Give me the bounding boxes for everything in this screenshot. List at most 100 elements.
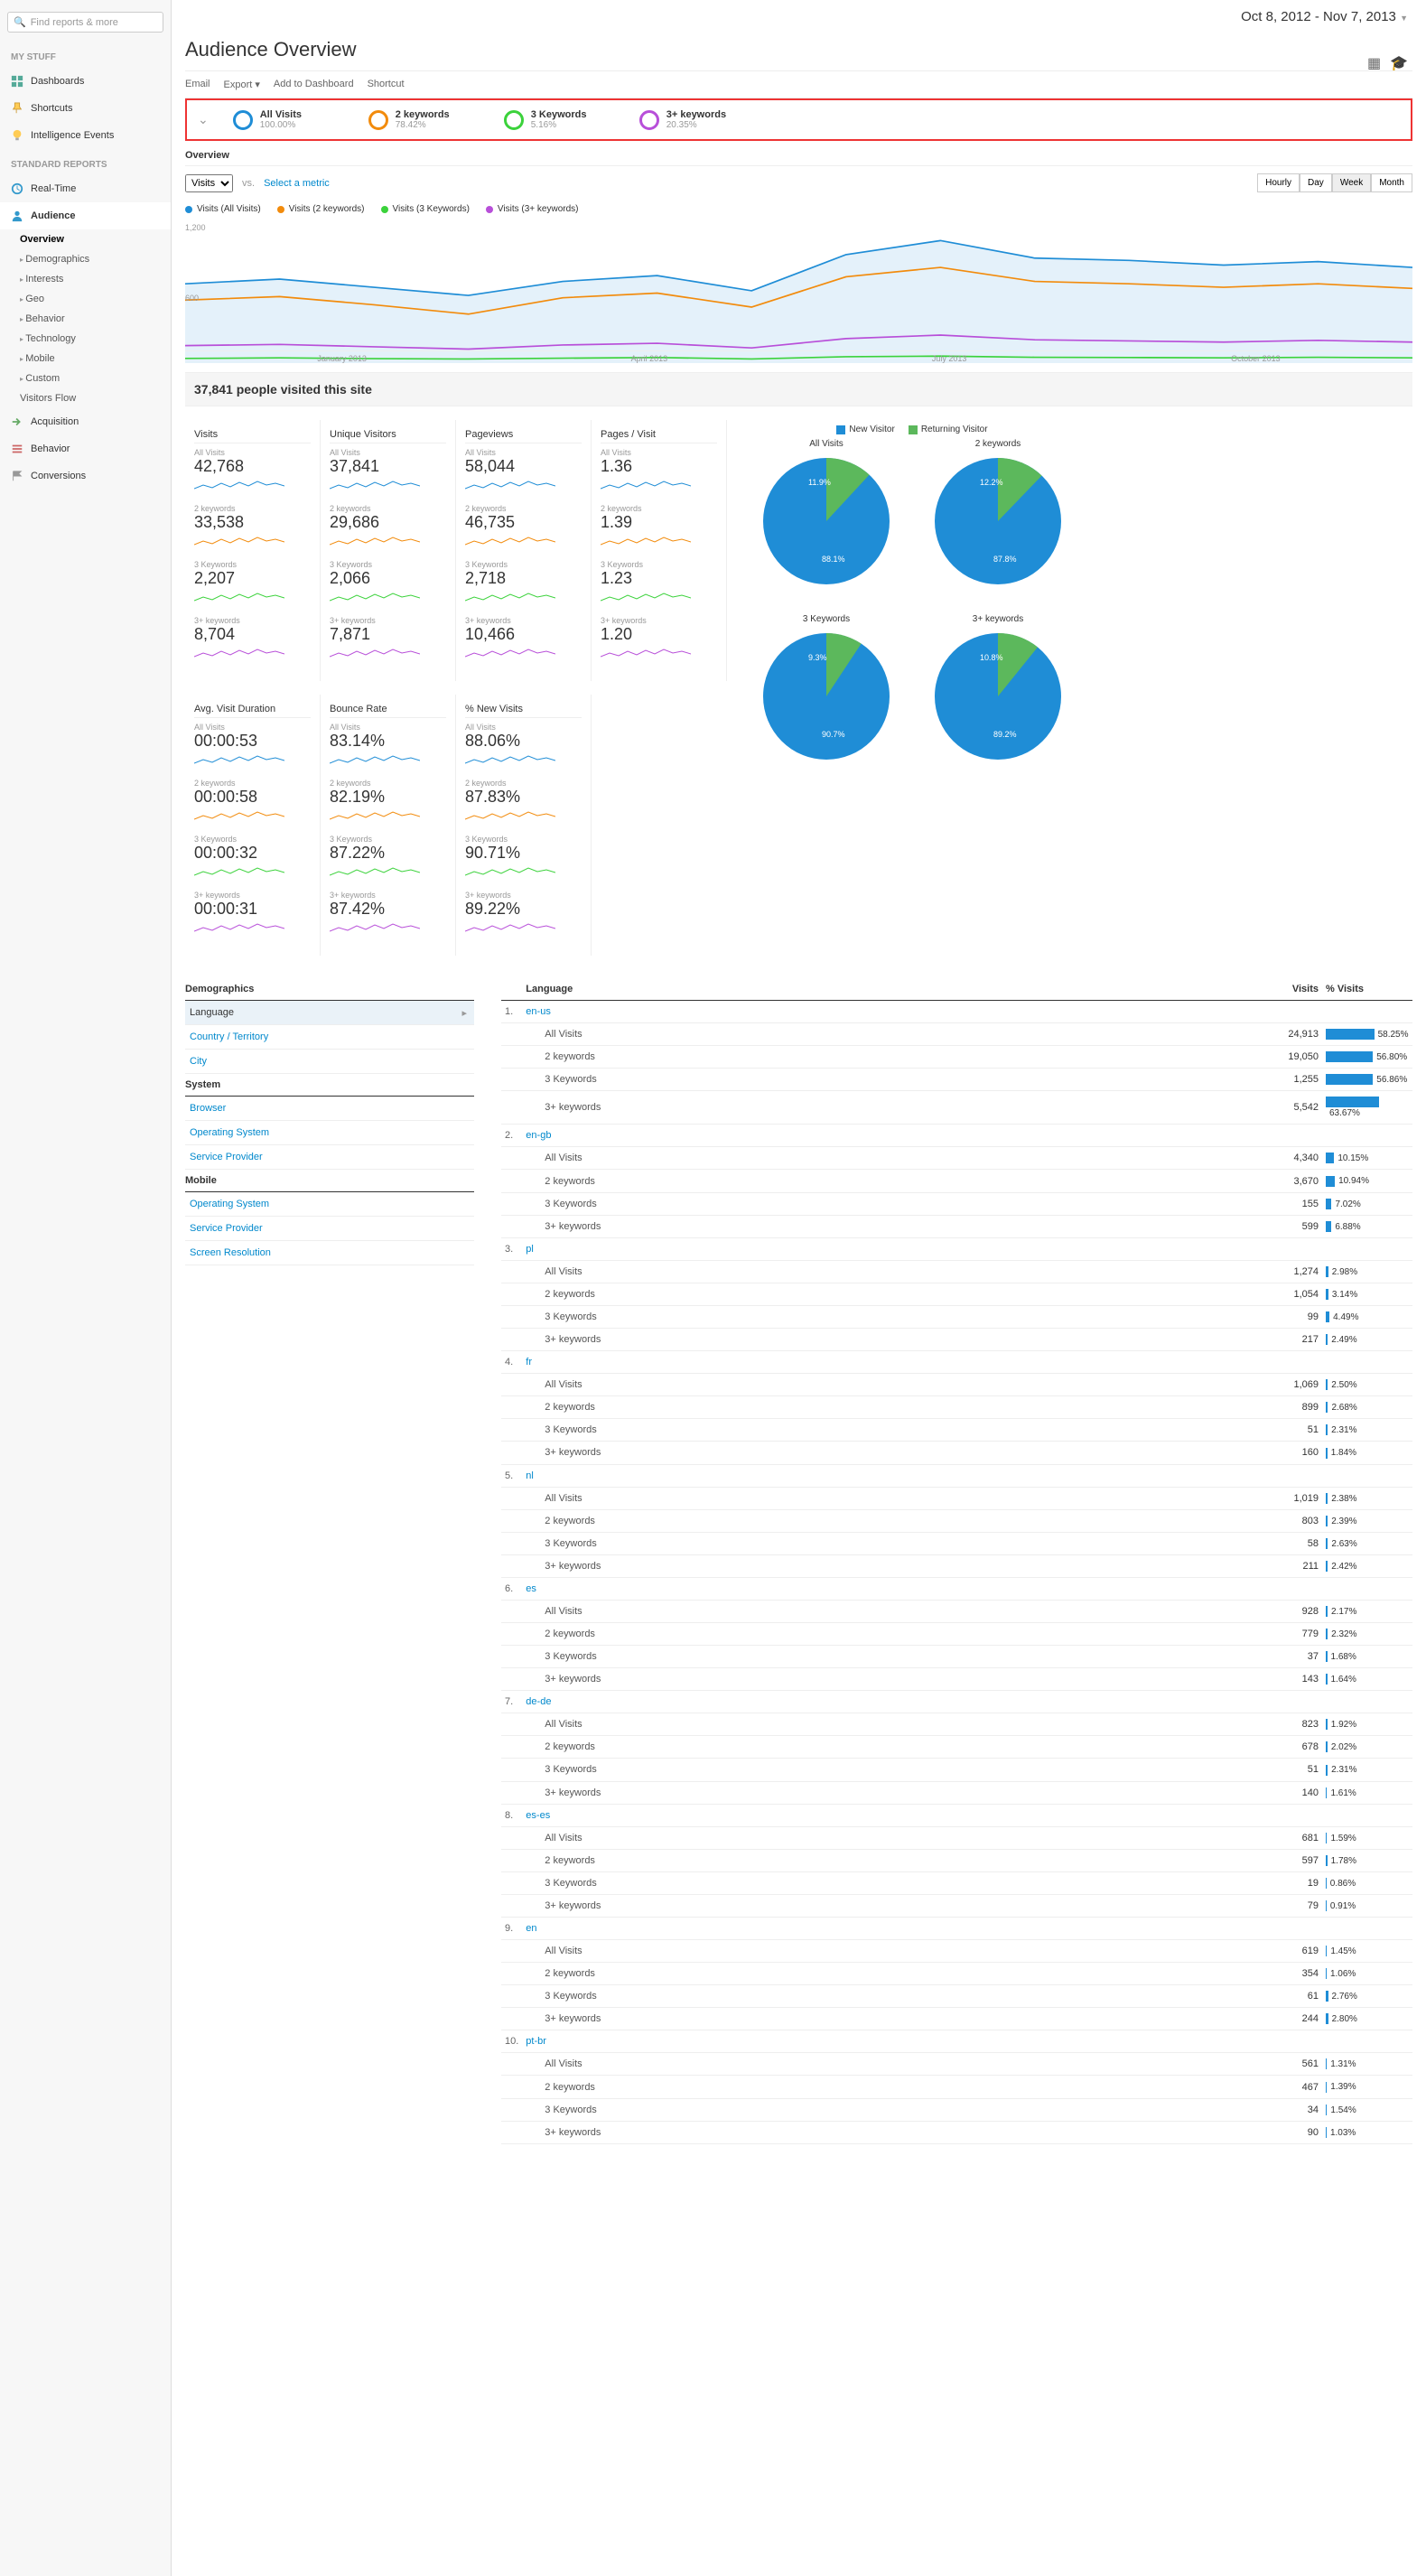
table-row[interactable]: 4.fr [501,1351,1412,1374]
table-subrow: 2 keywords19,05056.80% [501,1046,1412,1069]
qr-icon[interactable]: ▦ [1367,54,1381,72]
segment-pill[interactable]: All Visits100.00% [219,109,355,130]
table-subrow: 3+ keywords5996.88% [501,1215,1412,1237]
dim-browser[interactable]: Browser [185,1097,474,1121]
table-subrow: All Visits1,0692.50% [501,1374,1412,1396]
nav-conversions[interactable]: Conversions [0,462,171,490]
table-row[interactable]: 3.pl [501,1237,1412,1260]
table-row[interactable]: 6.es [501,1577,1412,1600]
dim-sp[interactable]: Service Provider [185,1145,474,1170]
date-range-picker[interactable]: Oct 8, 2012 - Nov 7, 2013 ▼ [185,0,1412,33]
sparkline [465,478,555,494]
time-btn-week[interactable]: Week [1332,173,1371,192]
time-btn-day[interactable]: Day [1300,173,1332,192]
dim-hdr-sys: System [185,1074,474,1097]
time-btn-month[interactable]: Month [1371,173,1412,192]
nav-custom[interactable]: Custom [0,369,171,388]
nav-visflow[interactable]: Visitors Flow [0,388,171,408]
segment-pill[interactable]: 3 Keywords5.16% [490,109,626,130]
dim-country[interactable]: Country / Territory [185,1025,474,1050]
svg-text:12.2%: 12.2% [980,478,1003,487]
segment-pill[interactable]: 2 keywords78.42% [355,109,490,130]
export-button[interactable]: Export ▾ [224,79,260,90]
sparkline [330,864,420,881]
th-visits[interactable]: Visits [1250,978,1322,1001]
table-subrow: All Visits4,34010.15% [501,1147,1412,1170]
dim-language[interactable]: Language [185,1001,474,1025]
nav-behavior2[interactable]: Behavior [0,435,171,462]
table-row[interactable]: 8.es-es [501,1804,1412,1826]
arrow-icon [11,415,23,428]
line-chart: 1,200 600 January 2013April 2013July 201… [185,223,1412,363]
table-row[interactable]: 1.en-us [501,1001,1412,1023]
chart-legend: Visits (All Visits)Visits (2 keywords)Vi… [185,200,1412,219]
table-subrow: 2 keywords6782.02% [501,1736,1412,1759]
segment-circle-icon [504,110,524,130]
page-title: Audience Overview [185,33,1412,71]
pie-chart: 3+ keywords10.8%89.2% [924,614,1073,767]
stat-card: Bounce RateAll Visits83.14%2 keywords82.… [321,695,456,956]
legend-dot-icon [277,206,284,213]
time-btn-hourly[interactable]: Hourly [1257,173,1300,192]
search-input[interactable]: 🔍 Find reports & more [7,12,163,33]
add-dashboard-button[interactable]: Add to Dashboard [274,79,354,90]
legend-swatch [836,425,845,434]
legend-item: Visits (2 keywords) [277,204,365,214]
dim-os2[interactable]: Operating System [185,1192,474,1217]
nav-technology[interactable]: Technology [0,329,171,349]
table-subrow: All Visits6191.45% [501,1940,1412,1963]
sparkline [330,534,420,550]
table-row[interactable]: 5.nl [501,1464,1412,1487]
nav-shortcuts[interactable]: Shortcuts [0,95,171,122]
svg-text:10.8%: 10.8% [980,653,1003,662]
email-button[interactable]: Email [185,79,210,90]
th-pct[interactable]: % Visits [1322,978,1412,1001]
search-icon: 🔍 [14,16,26,28]
stat-card: Pages / VisitAll Visits1.362 keywords1.3… [592,420,727,681]
nav-behavior[interactable]: Behavior [0,309,171,329]
nav-audience[interactable]: Audience [0,202,171,229]
table-row[interactable]: 2.en-gb [501,1125,1412,1147]
pie-chart: All Visits11.9%88.1% [752,439,901,592]
table-subrow: 3 Keywords994.49% [501,1305,1412,1328]
nav-acquisition[interactable]: Acquisition [0,408,171,435]
table-subrow: 3+ keywords2442.80% [501,2008,1412,2030]
dim-sr[interactable]: Screen Resolution [185,1241,474,1265]
stat-card: PageviewsAll Visits58,0442 keywords46,73… [456,420,592,681]
cap-icon[interactable]: 🎓 [1390,54,1408,72]
dim-city[interactable]: City [185,1050,474,1074]
svg-text:90.7%: 90.7% [822,730,845,739]
table-subrow: All Visits8231.92% [501,1713,1412,1736]
stat-card: Avg. Visit DurationAll Visits00:00:532 k… [185,695,321,956]
y-tick-max: 1,200 [185,223,206,232]
dim-os[interactable]: Operating System [185,1121,474,1145]
metric-select[interactable]: Visits [185,174,233,192]
sparkline [194,590,284,606]
table-row[interactable]: 9.en [501,1918,1412,1940]
nav-intel[interactable]: Intelligence Events [0,122,171,149]
sparkline [465,920,555,937]
nav-overview[interactable]: Overview [0,229,171,249]
sparkline [330,752,420,769]
language-table: Language Visits % Visits 1.en-usAll Visi… [501,978,1412,2144]
nav-mobile[interactable]: Mobile [0,349,171,369]
nav-demographics[interactable]: Demographics [0,249,171,269]
table-subrow: 3 Keywords341.54% [501,2098,1412,2121]
table-subrow: All Visits24,91358.25% [501,1023,1412,1046]
select-metric-link[interactable]: Select a metric [264,178,330,189]
nav-dashboards[interactable]: Dashboards [0,68,171,95]
segment-pill[interactable]: 3+ keywords20.35% [626,109,761,130]
chevron-down-icon[interactable]: ⌄ [187,112,219,127]
nav-geo[interactable]: Geo [0,289,171,309]
th-language[interactable]: Language [522,978,1250,1001]
table-subrow: 3 Keywords371.68% [501,1646,1412,1668]
table-subrow: All Visits1,0192.38% [501,1487,1412,1509]
nav-interests[interactable]: Interests [0,269,171,289]
table-row[interactable]: 7.de-de [501,1691,1412,1713]
dim-sp2[interactable]: Service Provider [185,1217,474,1241]
shortcut-button[interactable]: Shortcut [368,79,405,90]
table-row[interactable]: 10.pt-br [501,2030,1412,2053]
nav-realtime[interactable]: Real-Time [0,175,171,202]
table-subrow: 3+ keywords901.03% [501,2121,1412,2143]
sparkline [330,920,420,937]
